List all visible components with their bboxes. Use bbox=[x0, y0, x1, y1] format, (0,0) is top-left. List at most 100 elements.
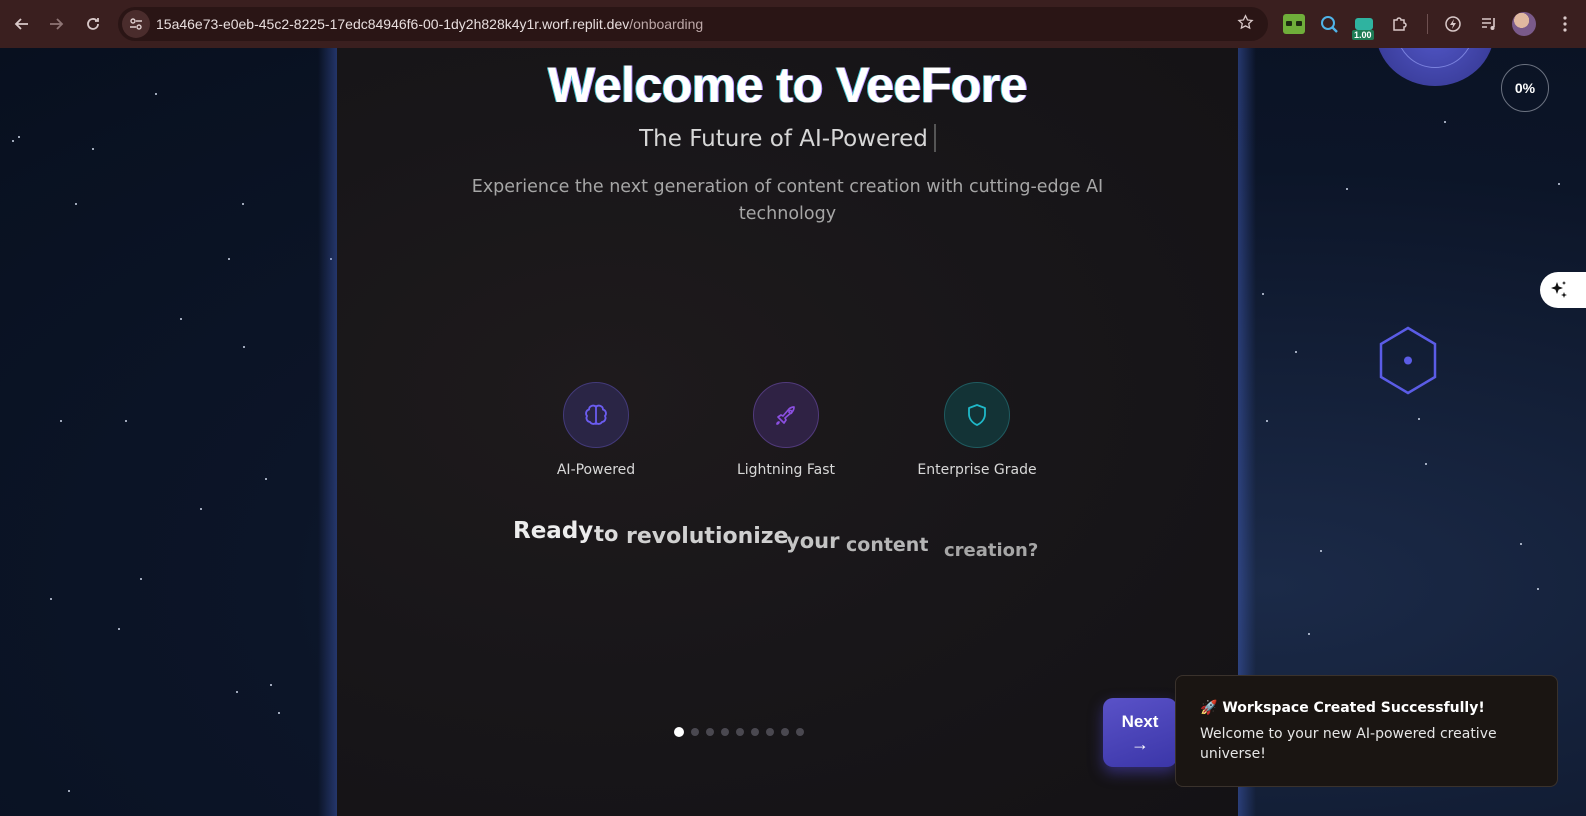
speed-icon bbox=[1355, 18, 1373, 30]
progress-label: 0% bbox=[1514, 80, 1536, 96]
sparkles-icon bbox=[1551, 281, 1567, 298]
feature-label: AI-Powered bbox=[556, 462, 636, 478]
reload-icon bbox=[87, 18, 99, 30]
extension-glasses[interactable] bbox=[1282, 12, 1306, 36]
pagination-dot[interactable] bbox=[781, 728, 789, 736]
star-particle bbox=[1320, 550, 1322, 552]
star-particle bbox=[1537, 588, 1539, 590]
arrow-right-icon: → bbox=[1131, 734, 1149, 754]
star-particle bbox=[92, 148, 94, 150]
star-particle bbox=[1418, 418, 1420, 420]
star-particle bbox=[228, 258, 230, 260]
extension-badge: 1.00 bbox=[1352, 30, 1374, 40]
star-particle bbox=[75, 203, 77, 205]
toast-body: Welcome to your new AI-powered creative … bbox=[1200, 726, 1497, 762]
success-toast: 🚀 Workspace Created Successfully! Welcom… bbox=[1175, 675, 1558, 787]
profile-avatar[interactable] bbox=[1512, 12, 1536, 36]
pagination-dot[interactable] bbox=[691, 728, 699, 736]
star-particle bbox=[265, 478, 267, 480]
pagination-dot[interactable] bbox=[766, 728, 774, 736]
arrow-left-icon bbox=[14, 18, 28, 30]
tagline: Ready to revolutionize your content crea… bbox=[513, 518, 1073, 568]
tagline-word: creation? bbox=[944, 540, 1039, 561]
pagination-dot[interactable] bbox=[796, 728, 804, 736]
star-particle bbox=[270, 684, 272, 686]
star-particle bbox=[278, 712, 280, 714]
url-path: /onboarding bbox=[629, 16, 704, 32]
extension-speed[interactable]: 1.00 bbox=[1352, 12, 1376, 40]
site-info-button[interactable] bbox=[122, 10, 150, 38]
performance-icon bbox=[1445, 16, 1461, 32]
puzzle-icon bbox=[1393, 17, 1407, 31]
browser-toolbar: 15a46e73-e0eb-45c2-8225-17edc84946f6-00-… bbox=[0, 0, 1586, 48]
pagination-dot[interactable] bbox=[674, 727, 684, 737]
pagination-dot[interactable] bbox=[736, 728, 744, 736]
star-particle bbox=[1295, 351, 1297, 353]
subtitle-text: The Future of AI-Powered bbox=[639, 126, 928, 152]
tagline-word: content bbox=[846, 534, 929, 556]
tagline-word: Ready bbox=[513, 518, 594, 544]
feature-ai-powered: AI-Powered bbox=[496, 382, 696, 478]
star-particle bbox=[140, 578, 142, 580]
progress-indicator: 0% bbox=[1501, 64, 1549, 112]
star-particle bbox=[200, 508, 202, 510]
pagination-dot[interactable] bbox=[751, 728, 759, 736]
performance-button[interactable] bbox=[1441, 12, 1465, 36]
star-particle bbox=[68, 790, 70, 792]
star-particle bbox=[18, 136, 20, 138]
star-particle bbox=[1262, 293, 1264, 295]
toast-title-text: Workspace Created Successfully! bbox=[1222, 700, 1485, 716]
star-particle bbox=[1444, 121, 1446, 123]
toolbar-divider bbox=[1427, 14, 1428, 34]
star-particle bbox=[180, 318, 182, 320]
star-particle bbox=[50, 598, 52, 600]
feature-lightning-fast: Lightning Fast bbox=[686, 382, 886, 478]
tagline-word: your bbox=[786, 529, 840, 553]
star-particle bbox=[125, 420, 127, 422]
star-particle bbox=[12, 140, 14, 142]
feature-icon-circle bbox=[753, 382, 819, 448]
media-button[interactable] bbox=[1477, 12, 1501, 36]
tune-icon bbox=[130, 18, 142, 30]
browser-menu-button[interactable] bbox=[1553, 12, 1577, 36]
left-glow bbox=[318, 48, 338, 816]
feature-label: Lightning Fast bbox=[736, 462, 836, 478]
star-particle bbox=[60, 420, 62, 422]
toast-title: 🚀 Workspace Created Successfully! bbox=[1200, 700, 1537, 716]
next-label: Next bbox=[1121, 712, 1159, 731]
kebab-menu-icon bbox=[1563, 16, 1567, 32]
star-particle bbox=[236, 691, 238, 693]
onboarding-card: Welcome to VeeFore The Future of AI-Powe… bbox=[337, 48, 1238, 816]
ai-assistant-tab[interactable] bbox=[1540, 272, 1586, 308]
url-host: 15a46e73-e0eb-45c2-8225-17edc84946f6-00-… bbox=[156, 16, 630, 32]
address-bar[interactable]: 15a46e73-e0eb-45c2-8225-17edc84946f6-00-… bbox=[118, 7, 1268, 41]
star-particle bbox=[243, 346, 245, 348]
extension-search[interactable] bbox=[1317, 12, 1341, 36]
star-icon bbox=[1237, 14, 1254, 30]
magnifier-icon bbox=[1321, 16, 1338, 33]
extensions-button[interactable] bbox=[1388, 12, 1412, 36]
tagline-word: to bbox=[594, 522, 619, 546]
star-particle bbox=[1346, 188, 1348, 190]
star-particle bbox=[242, 203, 244, 205]
feature-enterprise-grade: Enterprise Grade bbox=[877, 382, 1077, 478]
next-button[interactable]: Next → bbox=[1103, 698, 1177, 767]
step-pagination bbox=[674, 727, 804, 737]
hero-description: Experience the next generation of conten… bbox=[471, 177, 1104, 224]
pagination-dot[interactable] bbox=[721, 728, 729, 736]
pagination-dot[interactable] bbox=[706, 728, 714, 736]
tagline-word: revolutionize bbox=[626, 524, 789, 549]
star-particle bbox=[1266, 420, 1268, 422]
star-particle bbox=[1558, 183, 1560, 185]
glasses-icon bbox=[1283, 14, 1305, 34]
star-particle bbox=[155, 93, 157, 95]
back-button[interactable] bbox=[6, 8, 38, 40]
reload-button[interactable] bbox=[77, 8, 109, 40]
star-particle bbox=[118, 628, 120, 630]
music-queue-icon bbox=[1482, 18, 1495, 30]
bookmark-button[interactable] bbox=[1237, 14, 1254, 36]
rocket-icon bbox=[776, 406, 795, 425]
forward-button[interactable] bbox=[40, 8, 72, 40]
star-particle bbox=[1308, 633, 1310, 635]
feature-label: Enterprise Grade bbox=[917, 462, 1037, 478]
